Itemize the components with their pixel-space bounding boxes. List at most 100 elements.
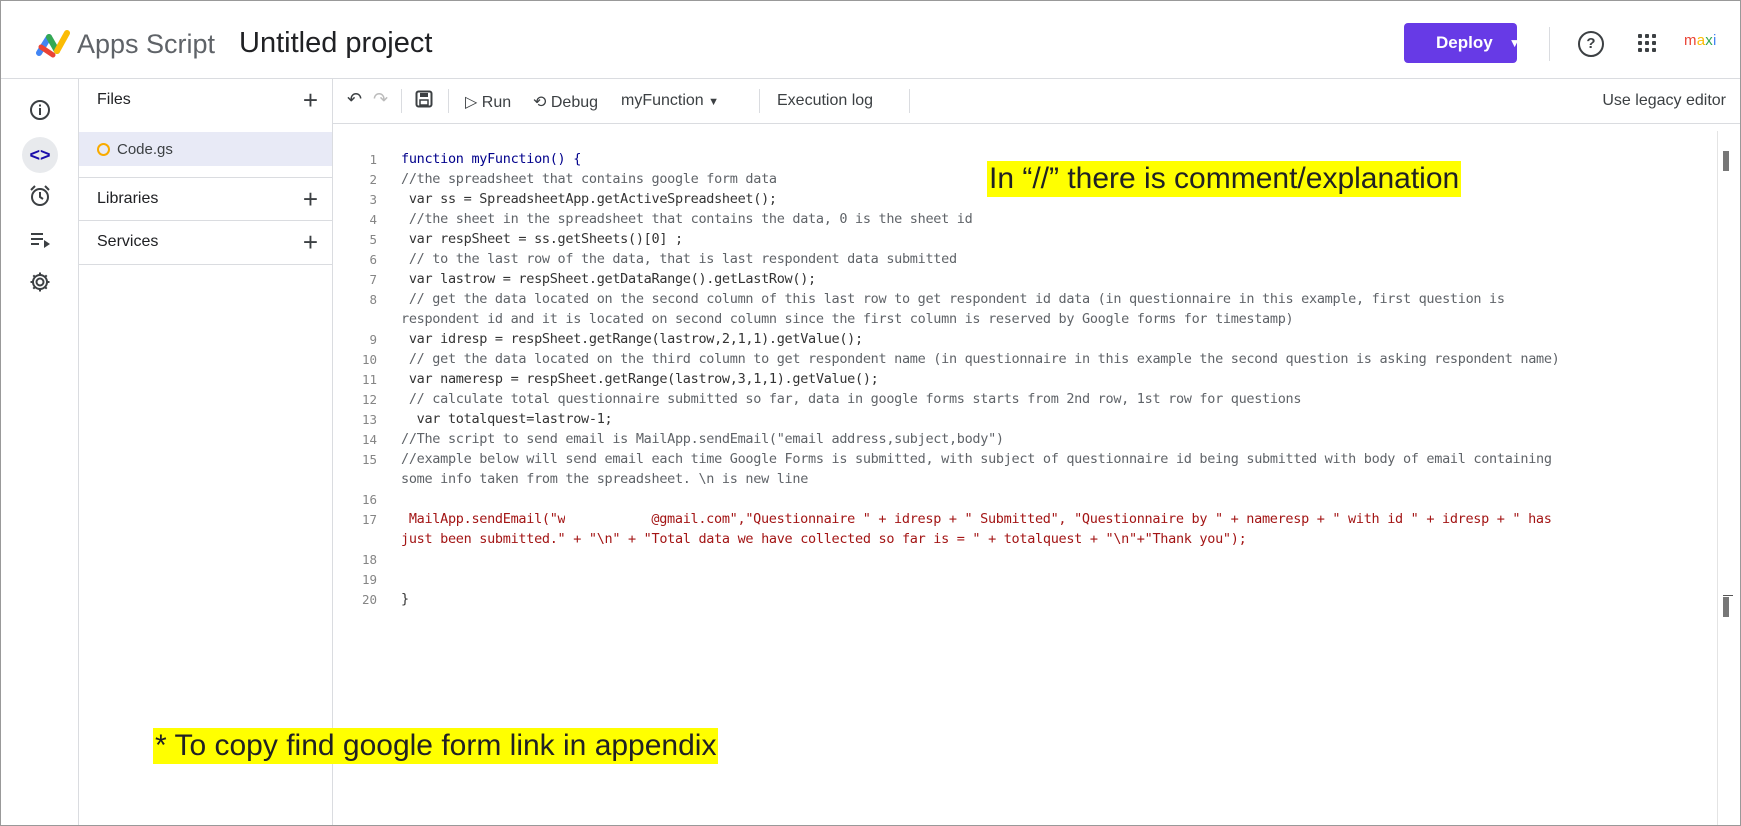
code-line: // to the last row of the data, that is … [401,251,957,267]
code-line: var ss = SpreadsheetApp.getActiveSpreads… [401,191,777,207]
divider [448,89,449,113]
code-editor[interactable]: 1 2 3 4 5 6 7 8 9 10 11 12 13 14 15 16 1… [333,124,1740,825]
files-panel: Files + Code.gs Libraries + Services + [79,79,333,825]
info-icon[interactable] [27,99,53,125]
triggers-icon[interactable] [27,185,53,211]
code-line: } [401,591,409,607]
execution-log-button[interactable]: Execution log [777,92,873,110]
code-fragment: MailApp.sendEmail("w [401,511,566,527]
undo-icon[interactable]: ↶ [347,89,362,110]
code-line: //the sheet in the spreadsheet that cont… [401,211,973,227]
account-letter: a [1696,32,1706,49]
line-number: 15 [361,452,377,467]
app-name: Apps Script [77,29,216,59]
deploy-button[interactable]: Deploy ▼ [1404,23,1521,63]
line-number: 2 [369,172,377,187]
line-number: 5 [369,232,377,247]
code-line: var nameresp = respSheet.getRange(lastro… [401,371,879,387]
redacted-email [565,513,652,525]
play-icon: ▷ [465,94,478,111]
settings-icon[interactable] [27,271,53,297]
code-line: //the spreadsheet that contains google f… [401,171,777,187]
line-number: 16 [361,492,377,507]
code-fragment: @gmail.com","Questionnaire " + idresp + … [651,511,1552,527]
libraries-label: Libraries [97,190,159,207]
file-name: Code.gs [117,141,173,158]
line-number: 9 [369,332,377,347]
overview-ruler-mark [1723,595,1733,596]
code-line: some info taken from the spreadsheet. \n… [401,471,809,487]
code-line: //The script to send email is MailApp.se… [401,431,1004,447]
file-status-icon [97,143,110,156]
function-select[interactable]: myFunction ▼ [621,92,719,110]
help-icon[interactable]: ? [1578,31,1604,57]
debug-button[interactable]: ⟲ Debug [533,92,598,112]
left-nav-rail: <> [1,79,79,825]
files-header: Files + [79,79,332,121]
code-line: //example below will send email each tim… [401,451,1552,467]
function-label: myFunction [621,92,704,109]
account-letter: x [1705,32,1713,49]
line-number: 4 [369,212,377,227]
account-letter: i [1712,32,1717,49]
account-label: maxi [1684,32,1717,49]
account-letter: m [1684,32,1697,49]
add-service-icon[interactable]: + [303,227,318,258]
code-line: MailApp.sendEmail("w @gmail.com","Questio… [401,511,1552,527]
libraries-row: Libraries + [79,178,332,220]
file-item-code-gs[interactable]: Code.gs [79,132,332,166]
deploy-label: Deploy [1436,33,1493,52]
code-icon[interactable]: <> [27,142,53,168]
divider [909,89,910,113]
scrollbar-thumb[interactable] [1723,597,1729,617]
code-line: var totalquest=lastrow-1; [401,411,613,427]
comment-annotation: In “//” there is comment/explanation [987,161,1462,197]
add-file-icon[interactable]: + [303,85,318,116]
divider [759,89,760,113]
appendix-annotation: * To copy find google form link in appen… [153,728,719,764]
code-line: // calculate total questionnaire submitt… [401,391,1302,407]
executions-icon[interactable] [27,228,53,254]
line-number: 1 [369,152,377,167]
redo-icon[interactable]: ↷ [373,89,388,110]
code-line: function myFunction() { [401,151,582,167]
line-number: 17 [361,512,377,527]
apps-script-logo-icon[interactable] [35,27,71,59]
line-number: 6 [369,252,377,267]
line-number: 11 [361,372,377,387]
code-line: var idresp = respSheet.getRange(lastrow,… [401,331,863,347]
apps-grid-icon[interactable] [1638,34,1656,52]
apps-script-window: Apps Script Untitled project Deploy ▼ ? … [0,0,1741,826]
debug-label: Debug [550,94,599,111]
project-title[interactable]: Untitled project [239,27,432,60]
scrollbar-thumb[interactable] [1723,151,1729,171]
services-row: Services + [79,221,332,263]
editor-toolbar: ↶ ↷ ▷ Run ⟲ Debug myFunction ▼ Execution… [333,79,1740,124]
line-number: 3 [369,192,377,207]
save-icon[interactable] [415,90,433,113]
code-line: // get the data located on the second co… [401,291,1505,307]
add-library-icon[interactable]: + [303,184,318,215]
line-number: 19 [361,572,377,587]
caret-down-icon: ▼ [708,96,720,108]
account-avatar[interactable]: maxi [1684,32,1717,49]
line-number: 8 [369,292,377,307]
line-number: 7 [369,272,377,287]
code-line: var respSheet = ss.getSheets()[0] ; [401,231,683,247]
line-number: 10 [361,352,377,367]
top-bar: Apps Script Untitled project Deploy ▼ ? … [1,1,1740,79]
divider [1549,27,1550,61]
use-legacy-editor-link[interactable]: Use legacy editor [1602,92,1726,110]
line-number: 14 [361,432,377,447]
code-line: var lastrow = respSheet.getDataRange().g… [401,271,816,287]
services-label: Services [97,233,159,250]
code-line: respondent id and it is located on secon… [401,311,1294,327]
line-number: 20 [361,592,377,607]
debug-icon: ⟲ [533,94,547,111]
run-label: Run [481,94,512,111]
caret-down-icon: ▼ [1508,36,1521,50]
divider [401,89,402,113]
run-button[interactable]: ▷ Run [465,92,511,112]
code-line: // get the data located on the third col… [401,351,1560,367]
scrollbar-track[interactable] [1717,131,1718,825]
